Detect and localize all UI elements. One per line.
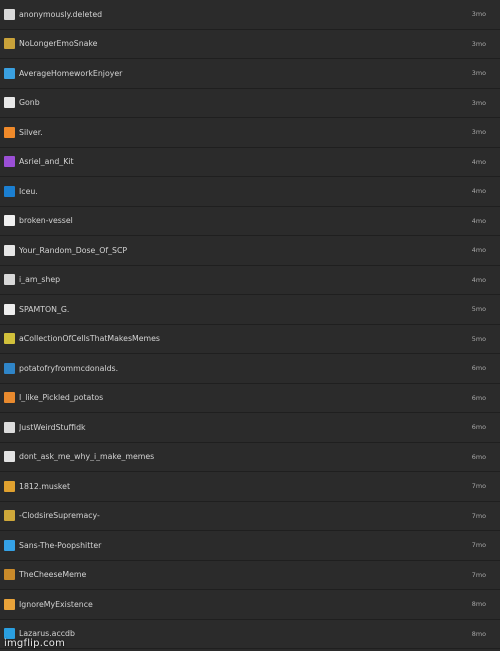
avatar-icon[interactable] bbox=[4, 274, 15, 286]
avatar-icon[interactable] bbox=[4, 333, 15, 345]
avatar-icon[interactable] bbox=[4, 362, 15, 374]
avatar-icon[interactable] bbox=[4, 126, 15, 138]
avatar-icon[interactable] bbox=[4, 97, 15, 109]
timestamp: 3mo bbox=[471, 98, 486, 107]
list-item[interactable]: aCollectionOfCellsThatMakesMemes 5mo bbox=[0, 324, 500, 354]
list-item[interactable]: I_like_Pickled_potatos 6mo bbox=[0, 383, 500, 413]
list-item[interactable]: dont_ask_me_why_i_make_memes 6mo bbox=[0, 442, 500, 472]
list-item[interactable]: Lazarus.accdb 8mo bbox=[0, 619, 500, 649]
list-item[interactable]: AverageHomeworkEnjoyer 3mo bbox=[0, 59, 500, 89]
user-list: anonymously.deleted 3mo NoLongerEmoSnake 3m… bbox=[0, 0, 500, 649]
timestamp: 7mo bbox=[471, 541, 486, 550]
username-link[interactable]: Iceu. bbox=[19, 187, 456, 196]
username-link[interactable]: broken-vessel bbox=[19, 216, 456, 225]
list-item[interactable]: i_am_shep 4mo bbox=[0, 265, 500, 295]
username-link[interactable]: potatofryfrommcdonalds. bbox=[19, 364, 456, 373]
timestamp: 6mo bbox=[471, 452, 486, 461]
timestamp: 3mo bbox=[471, 10, 486, 19]
username-link[interactable]: Asriel_and_Kit bbox=[19, 157, 456, 166]
list-item[interactable]: Sans-The-Poopshitter 7mo bbox=[0, 531, 500, 561]
username-link[interactable]: dont_ask_me_why_i_make_memes bbox=[19, 452, 456, 461]
username-link[interactable]: SPAMTON_G. bbox=[19, 305, 456, 314]
list-item[interactable]: potatofryfrommcdonalds. 6mo bbox=[0, 354, 500, 384]
timestamp: 6mo bbox=[471, 393, 486, 402]
timestamp: 3mo bbox=[471, 39, 486, 48]
username-link[interactable]: -ClodsireSupremacy- bbox=[19, 511, 456, 520]
avatar-icon[interactable] bbox=[4, 539, 15, 551]
username-link[interactable]: AverageHomeworkEnjoyer bbox=[19, 69, 456, 78]
list-item[interactable]: 1812.musket 7mo bbox=[0, 472, 500, 502]
username-link[interactable]: JustWeirdStuffidk bbox=[19, 423, 456, 432]
username-link[interactable]: anonymously.deleted bbox=[19, 10, 456, 19]
timestamp: 8mo bbox=[471, 600, 486, 609]
username-link[interactable]: Sans-The-Poopshitter bbox=[19, 541, 456, 550]
avatar-icon[interactable] bbox=[4, 480, 15, 492]
timestamp: 7mo bbox=[471, 511, 486, 520]
timestamp: 6mo bbox=[471, 364, 486, 373]
username-link[interactable]: aCollectionOfCellsThatMakesMemes bbox=[19, 334, 456, 343]
username-link[interactable]: 1812.musket bbox=[19, 482, 456, 491]
avatar-icon[interactable] bbox=[4, 244, 15, 256]
timestamp: 3mo bbox=[471, 69, 486, 78]
timestamp: 7mo bbox=[471, 570, 486, 579]
list-item[interactable]: TheCheeseMeme 7mo bbox=[0, 560, 500, 590]
list-item[interactable]: -ClodsireSupremacy- 7mo bbox=[0, 501, 500, 531]
list-item[interactable]: Your_Random_Dose_Of_SCP 4mo bbox=[0, 236, 500, 266]
avatar-icon[interactable] bbox=[4, 392, 15, 404]
list-item[interactable]: NoLongerEmoSnake 3mo bbox=[0, 29, 500, 59]
avatar-icon[interactable] bbox=[4, 598, 15, 610]
timestamp: 4mo bbox=[471, 216, 486, 225]
list-item[interactable]: SPAMTON_G. 5mo bbox=[0, 295, 500, 325]
timestamp: 3mo bbox=[471, 128, 486, 137]
username-link[interactable]: IgnoreMyExistence bbox=[19, 600, 456, 609]
list-item[interactable]: Iceu. 4mo bbox=[0, 177, 500, 207]
username-link[interactable]: Lazarus.accdb bbox=[19, 629, 456, 638]
list-item[interactable]: JustWeirdStuffidk 6mo bbox=[0, 413, 500, 443]
list-item[interactable]: anonymously.deleted 3mo bbox=[0, 0, 500, 30]
list-item[interactable]: IgnoreMyExistence 8mo bbox=[0, 590, 500, 620]
list-item[interactable]: Asriel_and_Kit 4mo bbox=[0, 147, 500, 177]
username-link[interactable]: I_like_Pickled_potatos bbox=[19, 393, 456, 402]
timestamp: 4mo bbox=[471, 275, 486, 284]
timestamp: 8mo bbox=[471, 629, 486, 638]
avatar-icon[interactable] bbox=[4, 8, 15, 20]
avatar-icon[interactable] bbox=[4, 451, 15, 463]
avatar-icon[interactable] bbox=[4, 38, 15, 50]
list-item[interactable]: Gonb 3mo bbox=[0, 88, 500, 118]
username-link[interactable]: Silver. bbox=[19, 128, 456, 137]
avatar-icon[interactable] bbox=[4, 421, 15, 433]
timestamp: 4mo bbox=[471, 187, 486, 196]
timestamp: 4mo bbox=[471, 246, 486, 255]
timestamp: 5mo bbox=[471, 305, 486, 314]
username-link[interactable]: NoLongerEmoSnake bbox=[19, 39, 456, 48]
username-link[interactable]: TheCheeseMeme bbox=[19, 570, 456, 579]
avatar-icon[interactable] bbox=[4, 510, 15, 522]
timestamp: 7mo bbox=[471, 482, 486, 491]
avatar-icon[interactable] bbox=[4, 67, 15, 79]
avatar-icon[interactable] bbox=[4, 185, 15, 197]
imgflip-watermark: imgflip.com bbox=[4, 638, 66, 649]
avatar-icon[interactable] bbox=[4, 215, 15, 227]
list-item[interactable]: Silver. 3mo bbox=[0, 118, 500, 148]
avatar-icon[interactable] bbox=[4, 303, 15, 315]
avatar-icon[interactable] bbox=[4, 156, 15, 168]
username-link[interactable]: i_am_shep bbox=[19, 275, 456, 284]
timestamp: 6mo bbox=[471, 423, 486, 432]
timestamp: 4mo bbox=[471, 157, 486, 166]
timestamp: 5mo bbox=[471, 334, 486, 343]
avatar-icon[interactable] bbox=[4, 569, 15, 581]
username-link[interactable]: Your_Random_Dose_Of_SCP bbox=[19, 246, 456, 255]
username-link[interactable]: Gonb bbox=[19, 98, 456, 107]
list-item[interactable]: broken-vessel 4mo bbox=[0, 206, 500, 236]
